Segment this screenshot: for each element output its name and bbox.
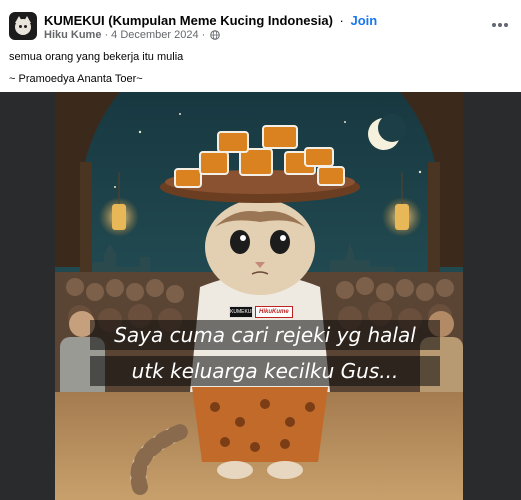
avatar-cat-face — [15, 19, 31, 35]
group-avatar[interactable] — [9, 12, 37, 40]
globe-icon — [210, 30, 221, 40]
author-link[interactable]: Hiku Kume — [44, 29, 101, 41]
meme-text-line1: Saya cuma cari rejeki yg halal — [90, 320, 440, 350]
more-icon-dot — [492, 23, 496, 27]
post-meta: Hiku Kume · 4 December 2024 · — [44, 29, 221, 41]
post-image[interactable]: KUMEKUI HikuKume Saya cuma cari rejeki y… — [0, 92, 521, 500]
post-caption-line2: ~ Pramoedya Ananta Toer~ — [9, 73, 143, 85]
post-header: KUMEKUI (Kumpulan Meme Kucing Indonesia)… — [0, 0, 521, 42]
group-name-link[interactable]: KUMEKUI (Kumpulan Meme Kucing Indonesia) — [44, 13, 333, 28]
meme-illustration — [0, 92, 521, 500]
post-title-line: KUMEKUI (Kumpulan Meme Kucing Indonesia)… — [44, 13, 377, 28]
post-date-link[interactable]: 4 December 2024 — [111, 29, 198, 41]
avatar-eye — [24, 25, 27, 28]
watermark: KUMEKUI HikuKume — [229, 305, 293, 319]
post-caption-line1: semua orang yang bekerja itu mulia — [9, 51, 184, 63]
separator: · — [201, 29, 206, 41]
watermark-right: HikuKume — [255, 306, 293, 318]
more-icon-dot — [498, 23, 502, 27]
more-icon-dot — [504, 23, 508, 27]
more-options-button[interactable] — [489, 18, 511, 32]
avatar-eye — [19, 25, 22, 28]
meme-text-line2: utk keluarga kecilku Gus... — [90, 356, 440, 386]
join-button[interactable]: Join — [351, 13, 378, 28]
separator: · — [104, 29, 109, 41]
separator: · — [339, 13, 344, 28]
watermark-left: KUMEKUI — [229, 306, 253, 318]
